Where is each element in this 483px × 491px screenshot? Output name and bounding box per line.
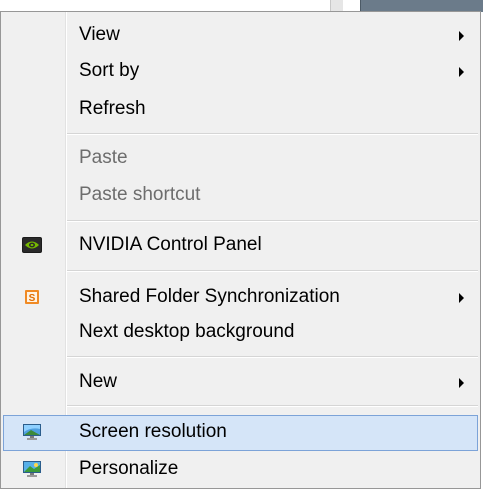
menu-item-label: NVIDIA Control Panel	[79, 234, 262, 255]
menu-item-label: Sort by	[79, 60, 140, 81]
screen-resolution-icon	[23, 424, 41, 440]
submenu-arrow-icon	[459, 67, 464, 77]
menu-separator	[67, 356, 478, 358]
menu-separator	[67, 270, 478, 272]
menu-separator	[67, 133, 478, 135]
menu-item-next-desktop-background[interactable]: Next desktop background	[3, 315, 478, 351]
menu-item-paste: Paste	[3, 141, 478, 177]
menu-item-label: Screen resolution	[79, 421, 227, 442]
menu-item-paste-shortcut: Paste shortcut	[3, 178, 478, 214]
menu-separator	[67, 405, 478, 407]
submenu-arrow-icon	[459, 378, 464, 388]
svg-text:S: S	[29, 293, 36, 304]
submenu-arrow-icon	[459, 293, 464, 303]
personalize-icon	[23, 461, 41, 477]
menu-item-new[interactable]: New	[3, 365, 478, 401]
menu-item-refresh[interactable]: Refresh	[3, 92, 478, 128]
menu-item-label: View	[79, 24, 120, 45]
desktop-context-menu: View Sort by Refresh Paste Paste shortcu…	[0, 11, 481, 489]
menu-separator	[67, 220, 478, 222]
menu-item-label: Paste	[79, 147, 128, 168]
nvidia-icon	[22, 237, 42, 253]
menu-item-label: New	[79, 371, 118, 392]
submenu-arrow-icon	[459, 31, 464, 41]
desktop-area: View Sort by Refresh Paste Paste shortcu…	[0, 0, 483, 491]
menu-item-label: Refresh	[79, 98, 146, 119]
menu-item-shared-folder-synchronization[interactable]: S Shared Folder Synchronization	[3, 280, 478, 316]
menu-item-label: Shared Folder Synchronization	[79, 286, 340, 307]
menu-item-screen-resolution[interactable]: Screen resolution	[3, 415, 478, 451]
menu-item-label: Paste shortcut	[79, 184, 201, 205]
menu-item-personalize[interactable]: Personalize	[3, 452, 478, 488]
shared-folder-sync-icon: S	[25, 290, 39, 304]
menu-item-nvidia-control-panel[interactable]: NVIDIA Control Panel	[3, 228, 478, 264]
menu-item-label: Personalize	[79, 458, 179, 479]
menu-item-view[interactable]: View	[3, 18, 478, 54]
menu-item-label: Next desktop background	[79, 321, 295, 342]
menu-item-sort-by[interactable]: Sort by	[3, 54, 478, 90]
